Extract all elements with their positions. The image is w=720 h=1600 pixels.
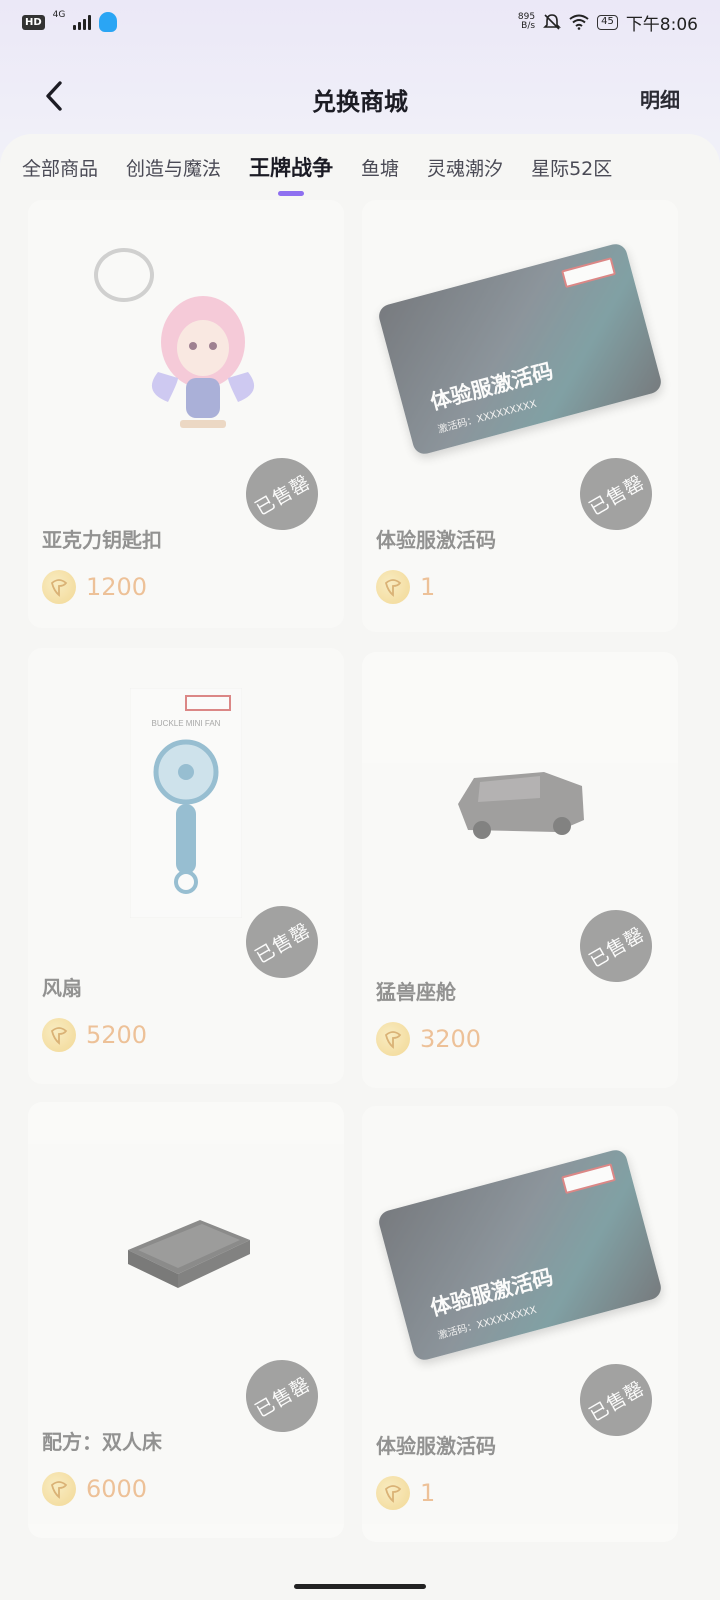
- detail-button[interactable]: 明细: [640, 84, 680, 113]
- network-speed: 895 B/s: [517, 12, 536, 31]
- home-indicator[interactable]: [294, 1584, 426, 1589]
- tab-creation-and-magic[interactable]: 创造与魔法: [126, 146, 221, 181]
- tab-area-52[interactable]: 星际52区: [531, 146, 612, 181]
- product-price: 1: [376, 570, 435, 604]
- svg-text:BUCKLE MINI FAN: BUCKLE MINI FAN: [152, 719, 221, 728]
- tab-all-products[interactable]: 全部商品: [22, 146, 98, 181]
- product-name: 亚克力钥匙扣: [42, 528, 162, 552]
- tab-ace-war[interactable]: 王牌战争: [249, 146, 333, 196]
- product-price: 6000: [42, 1472, 147, 1506]
- coin-icon: [42, 1472, 76, 1506]
- product-price: 1200: [42, 570, 147, 604]
- sold-out-badge: 已售罄: [232, 1346, 332, 1446]
- status-bar: HD 4G 895 B/s 45 下午8:06: [0, 0, 720, 44]
- coin-icon: [42, 1018, 76, 1052]
- hd-icon: HD: [22, 14, 45, 30]
- product-card[interactable]: 体验服激活码 激活码：XXXXXXXXX 已售罄 体验服激活码 1: [362, 200, 678, 632]
- sold-out-badge: 已售罄: [566, 896, 666, 996]
- sold-out-badge: 已售罄: [566, 1350, 666, 1450]
- sold-out-badge: 已售罄: [232, 444, 332, 544]
- product-name: 体验服激活码: [376, 528, 496, 552]
- coin-icon: [376, 1022, 410, 1056]
- signal-icon: [73, 14, 92, 30]
- clock: 下午8:06: [625, 14, 698, 35]
- battery-icon: 45: [597, 14, 618, 30]
- tab-soul-tide[interactable]: 灵魂潮汐: [427, 146, 503, 181]
- product-name: 猛兽座舱: [376, 980, 456, 1004]
- tab-fish-pond[interactable]: 鱼塘: [361, 146, 399, 181]
- header: 兑换商城 明细: [0, 56, 720, 140]
- product-price: 5200: [42, 1018, 147, 1052]
- product-price: 3200: [376, 1022, 481, 1056]
- product-image-activation-card: 体验服激活码 激活码：XXXXXXXXX 已售罄: [362, 200, 678, 544]
- product-name: 配方：双人床: [42, 1430, 162, 1454]
- coin-icon: [376, 1476, 410, 1510]
- product-image-double-bed: 已售罄: [28, 1102, 344, 1446]
- wifi-icon: [569, 14, 589, 30]
- product-card[interactable]: 体验服激活码 激活码：XXXXXXXXX 已售罄 体验服激活码 1: [362, 1106, 678, 1542]
- product-price: 1: [376, 1476, 435, 1510]
- category-tabs: 全部商品 创造与魔法 王牌战争 鱼塘 灵魂潮汐 星际52区: [0, 146, 720, 206]
- network-type: 4G: [52, 10, 66, 20]
- page-title: 兑换商城: [312, 88, 408, 116]
- sold-out-badge: 已售罄: [232, 892, 332, 992]
- product-card[interactable]: 已售罄 猛兽座舱 3200: [362, 652, 678, 1088]
- product-name: 体验服激活码: [376, 1434, 496, 1458]
- mute-bell-icon: [543, 14, 562, 30]
- qq-icon: [99, 12, 118, 32]
- product-image-activation-card: 体验服激活码 激活码：XXXXXXXXX 已售罄: [362, 1106, 678, 1450]
- coin-icon: [376, 570, 410, 604]
- product-image-vehicle-cockpit: 已售罄: [362, 652, 678, 996]
- product-image-keychain: 已售罄: [28, 200, 344, 544]
- sold-out-badge: 已售罄: [566, 444, 666, 544]
- product-image-mini-fan: BUCKLE MINI FAN 已售罄: [28, 648, 344, 992]
- product-card[interactable]: 已售罄 配方：双人床 6000: [28, 1102, 344, 1538]
- active-tab-indicator: [278, 191, 305, 196]
- product-card[interactable]: 已售罄 亚克力钥匙扣 1200: [28, 200, 344, 628]
- product-name: 风扇: [42, 976, 82, 1000]
- product-card[interactable]: BUCKLE MINI FAN 已售罄 风扇 5200: [28, 648, 344, 1084]
- coin-icon: [42, 570, 76, 604]
